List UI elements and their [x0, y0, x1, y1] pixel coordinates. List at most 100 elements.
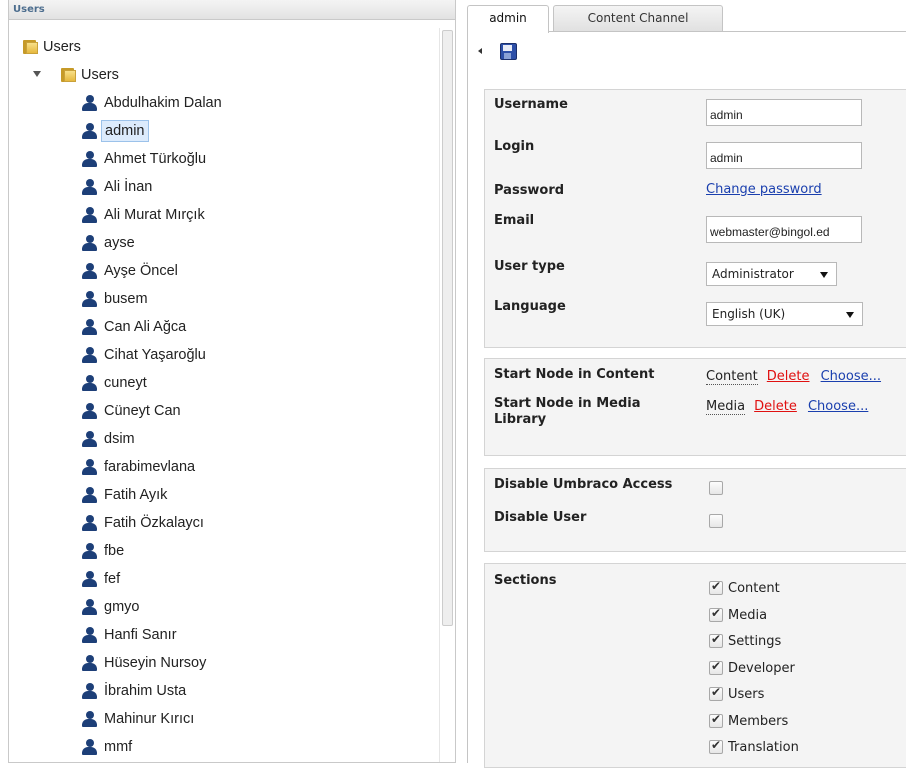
tree-user-node[interactable]: dsim	[9, 428, 309, 450]
tree-user-label: Fatih Ayık	[104, 487, 168, 503]
section-checkbox[interactable]	[709, 712, 723, 728]
tree-user-node[interactable]: Abdulhakim Dalan	[9, 92, 309, 114]
dropdown-arrow-icon	[846, 312, 854, 318]
start-nodes-section: Start Node in Content Content Delete Cho…	[484, 358, 906, 456]
tree-user-node[interactable]: farabimevlana	[9, 456, 309, 478]
folder-icon	[23, 39, 38, 54]
editor-toolbar	[468, 32, 906, 72]
section-checkbox[interactable]	[709, 685, 723, 701]
scrollbar-thumb[interactable]	[442, 30, 453, 626]
tree-user-node[interactable]: İbrahim Usta	[9, 680, 309, 702]
tree-user-node[interactable]: fef	[9, 568, 309, 590]
sections-section: Sections Content Media Settings Developer Us…	[484, 563, 906, 768]
tree-user-node[interactable]: Fatih Özkalaycı	[9, 512, 309, 534]
tree-user-node[interactable]: fbe	[9, 540, 309, 562]
tree-user-node[interactable]: busem	[9, 288, 309, 310]
username-label: Username	[494, 97, 568, 112]
tree-user-node[interactable]: Can Ali Ağca	[9, 316, 309, 338]
tree-user-node[interactable]: Ali İnan	[9, 176, 309, 198]
disable-umbraco-access-checkbox[interactable]	[709, 481, 723, 495]
tree-user-label: Ali Murat Mırçık	[104, 207, 205, 223]
tree-group-label: Users	[81, 67, 119, 83]
login-input[interactable]: admin	[706, 142, 862, 169]
tree-user-label: Can Ali Ağca	[104, 319, 187, 335]
user-icon	[82, 403, 97, 419]
change-password-link[interactable]: Change password	[706, 182, 822, 197]
section-option-label: Translation	[728, 740, 799, 755]
users-tree-panel: Users Users Users Abdulhakim Dalan admin A…	[8, 0, 456, 763]
start-node-media-label: Start Node in Media Library	[494, 396, 641, 427]
username-input[interactable]: admin	[706, 99, 862, 126]
toolbar-arrow-icon[interactable]	[478, 48, 482, 54]
password-label: Password	[494, 183, 565, 198]
save-button[interactable]	[500, 43, 517, 60]
tree-user-label: gmyo	[104, 599, 140, 615]
user-icon	[82, 179, 97, 195]
tree-user-node[interactable]: Hüseyin Nursoy	[9, 652, 309, 674]
panel-title: Users	[9, 0, 455, 20]
tree-user-node[interactable]: cuneyt	[9, 372, 309, 394]
content-delete-link[interactable]: Delete	[767, 369, 810, 384]
tree-user-node[interactable]: Ahmet Türkoğlu	[9, 148, 309, 170]
section-option-label: Content	[728, 581, 780, 596]
tree-scrollbar[interactable]	[439, 28, 454, 762]
tree-user-label: İbrahim Usta	[104, 683, 187, 699]
user-editor-panel: Username admin Login admin Password Chan…	[467, 31, 906, 768]
tab-content-channel[interactable]: Content Channel	[553, 5, 723, 32]
language-label: Language	[494, 299, 566, 314]
user-icon	[82, 543, 97, 559]
user-icon	[82, 431, 97, 447]
tree-user-node[interactable]: Fatih Ayık	[9, 484, 309, 506]
tree-group-node[interactable]: Users	[23, 64, 223, 86]
start-node-media-value: Media Delete Choose...	[706, 395, 868, 415]
tab-admin[interactable]: admin	[467, 5, 549, 33]
tree-user-node[interactable]: gmyo	[9, 596, 309, 618]
tree-user-node[interactable]: Cihat Yaşaroğlu	[9, 344, 309, 366]
tree-root-node[interactable]: Users	[23, 36, 223, 58]
section-checkbox[interactable]	[709, 738, 723, 754]
disable-umbraco-access-label: Disable Umbraco Access	[494, 477, 673, 492]
media-choose-link[interactable]: Choose...	[808, 399, 868, 414]
email-input[interactable]: webmaster@bingol.ed	[706, 216, 862, 243]
language-select[interactable]: English (UK)	[706, 302, 863, 326]
tree-user-node[interactable]: Hanfi Sanır	[9, 624, 309, 646]
section-option-label: Members	[728, 713, 789, 729]
user-icon	[82, 739, 97, 755]
tree-user-label: fbe	[104, 543, 125, 559]
disable-user-checkbox[interactable]	[709, 514, 723, 528]
folder-icon	[61, 67, 76, 82]
disable-user-label: Disable User	[494, 510, 587, 525]
access-section: Disable Umbraco Access Disable User	[484, 468, 906, 552]
user-type-select[interactable]: Administrator	[706, 262, 837, 286]
collapse-arrow-icon[interactable]	[33, 71, 41, 77]
user-icon	[82, 375, 97, 391]
content-node-name: Content	[706, 369, 758, 385]
tree-user-node[interactable]: Ayşe Öncel	[9, 260, 309, 282]
tree-user-label: Hüseyin Nursoy	[104, 655, 207, 671]
tree-user-node[interactable]: mmf	[9, 736, 309, 758]
user-icon	[82, 487, 97, 503]
section-option-label: Media	[728, 607, 768, 623]
media-delete-link[interactable]: Delete	[754, 399, 797, 414]
content-choose-link[interactable]: Choose...	[821, 369, 881, 384]
user-icon	[82, 459, 97, 475]
tree-user-node[interactable]: ayse	[9, 232, 309, 254]
tree-user-node[interactable]: Mahinur Kırıcı	[9, 708, 309, 730]
sections-label: Sections	[494, 573, 557, 588]
dropdown-arrow-icon	[820, 272, 828, 278]
tree-user-label: farabimevlana	[104, 459, 196, 475]
tree-user-node[interactable]: Cüneyt Can	[9, 400, 309, 422]
section-checkbox[interactable]	[709, 659, 723, 675]
tree-user-node[interactable]: Ali Murat Mırçık	[9, 204, 309, 226]
tree-user-node[interactable]: admin	[9, 120, 309, 142]
user-type-label: User type	[494, 259, 565, 274]
tree-user-label: Cihat Yaşaroğlu	[104, 347, 206, 363]
section-checkbox[interactable]	[709, 579, 723, 595]
user-icon	[82, 291, 97, 307]
section-checkbox[interactable]	[709, 606, 723, 622]
tree-user-label: busem	[104, 291, 148, 307]
user-icon	[82, 571, 97, 587]
user-icon	[82, 123, 97, 139]
section-checkbox[interactable]	[709, 632, 723, 648]
user-icon	[82, 711, 97, 727]
